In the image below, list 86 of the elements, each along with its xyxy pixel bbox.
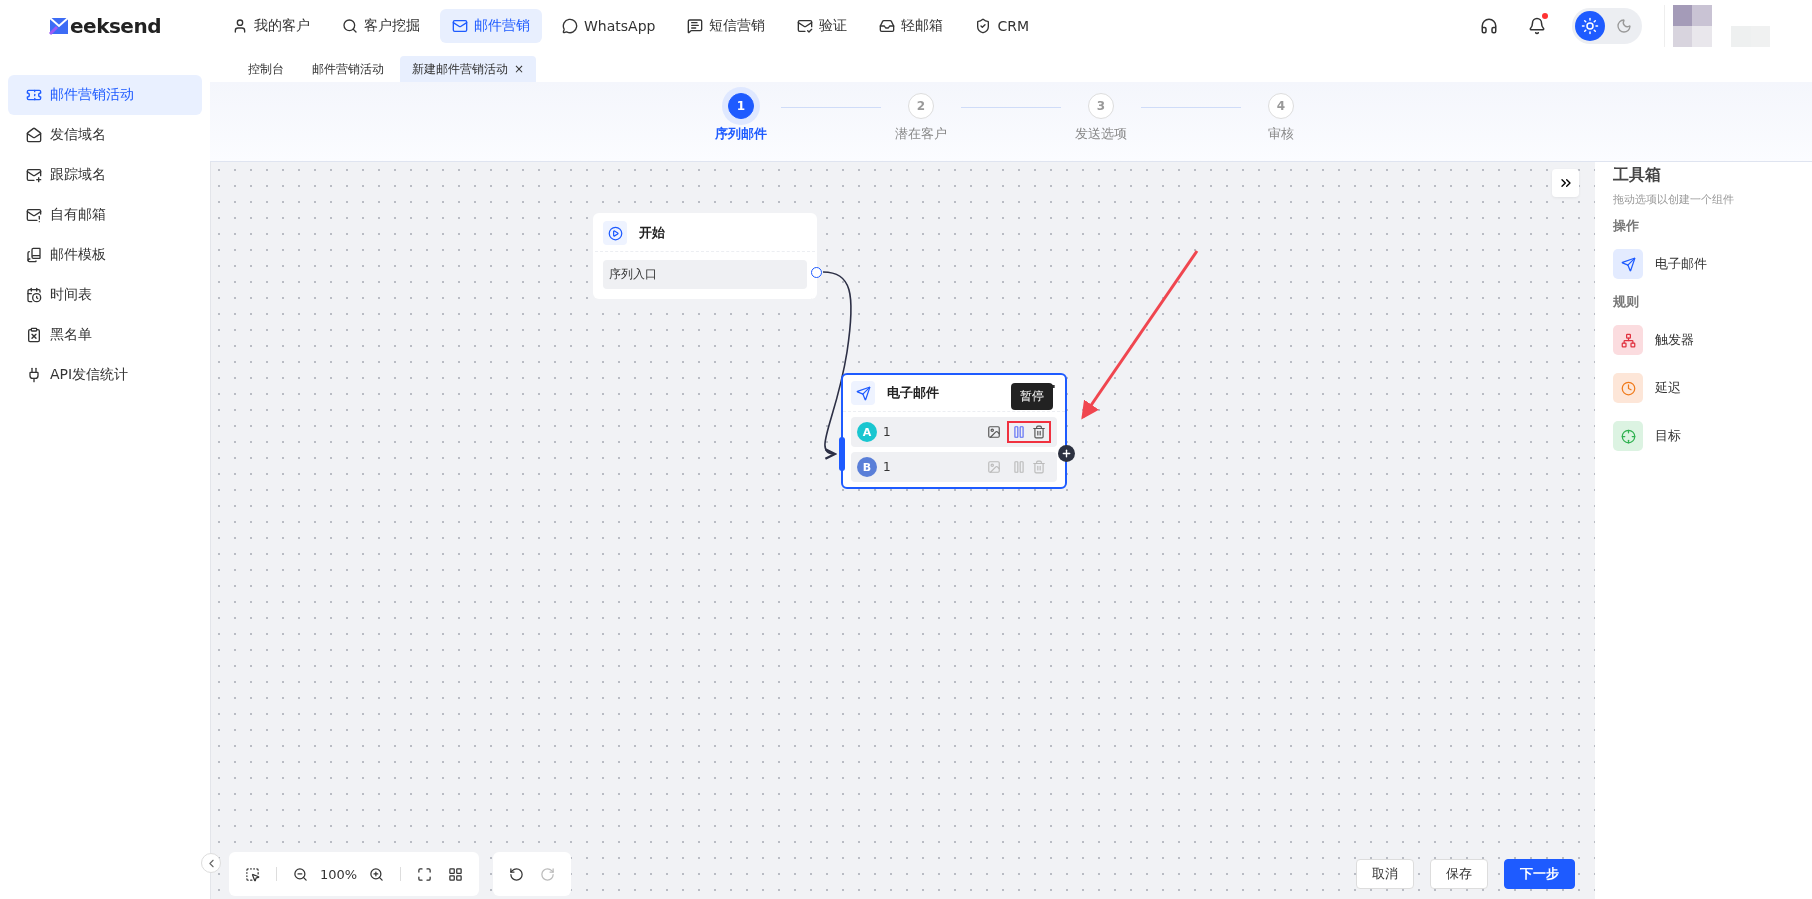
sidebar-item[interactable]: API发信统计 xyxy=(8,355,202,395)
toolbox-title: 工具箱 xyxy=(1613,165,1662,186)
section-title: 规则 xyxy=(1613,293,1640,311)
step-label: 序列邮件 xyxy=(715,125,767,143)
footer-button[interactable]: 取消 xyxy=(1356,859,1414,889)
node-title: 电子邮件 xyxy=(887,384,939,402)
sidebar-item[interactable]: 自有邮箱 xyxy=(8,195,202,235)
toolbox-item[interactable]: 延迟 xyxy=(1655,379,1681,397)
menu-icon xyxy=(26,87,42,103)
sidebar-item[interactable]: 邮件模板 xyxy=(8,235,202,275)
step-number: 4 xyxy=(1268,93,1294,119)
send-icon[interactable] xyxy=(1613,249,1643,279)
sidebar-item[interactable]: 跟踪域名 xyxy=(8,155,202,195)
footer-button[interactable]: 保存 xyxy=(1430,859,1488,889)
clock-icon[interactable] xyxy=(1613,373,1643,403)
close-icon[interactable]: × xyxy=(514,62,525,76)
nav-icon xyxy=(452,18,468,34)
nav-item[interactable]: 客户挖掘 xyxy=(330,9,432,43)
zoom-level: 100% xyxy=(319,866,359,882)
nav-item[interactable]: 轻邮箱 xyxy=(867,9,956,43)
section-title: 操作 xyxy=(1613,217,1640,235)
footer-button[interactable]: 下一步 xyxy=(1504,859,1575,889)
step-label: 审核 xyxy=(1268,125,1294,143)
sidebar-item[interactable]: 发信域名 xyxy=(8,115,202,155)
plus-icon xyxy=(1061,448,1072,459)
page-tab[interactable]: 邮件营销活动 xyxy=(300,56,396,82)
nav-icon xyxy=(687,18,704,34)
page-tab[interactable]: 新建邮件营销活动 × xyxy=(400,56,537,82)
menu-icon xyxy=(26,247,42,263)
sidebar-item[interactable]: 邮件营销活动 xyxy=(8,75,202,115)
menu-icon xyxy=(26,207,42,223)
network-icon[interactable] xyxy=(1613,325,1643,355)
step-label: 潜在客户 xyxy=(895,125,947,143)
add-button[interactable] xyxy=(1058,445,1075,462)
step-label: 发送选项 xyxy=(1075,125,1127,143)
logo-text: eeksend xyxy=(70,14,161,38)
entry-item: 序列入口 xyxy=(603,260,807,289)
toolbox-item[interactable]: 电子邮件 xyxy=(1655,255,1707,273)
play-icon xyxy=(603,221,627,245)
variant-value: 1 xyxy=(883,425,892,439)
variant-value: 1 xyxy=(883,460,892,474)
menu-icon xyxy=(26,287,42,303)
sidebar-item[interactable]: 黑名单 xyxy=(8,315,202,355)
sidebar-item[interactable]: 时间表 xyxy=(8,275,202,315)
email-node[interactable]: 电子邮件 A 1 B 1 暂停 xyxy=(841,373,1067,489)
menu-icon xyxy=(26,327,42,343)
nav-item[interactable]: 短信营销 xyxy=(675,9,778,43)
nav-icon xyxy=(797,18,814,34)
sun-icon[interactable] xyxy=(1575,11,1605,41)
step-number: 2 xyxy=(908,93,934,119)
toolbox-subtitle: 拖动选项以创建一个组件 xyxy=(1613,192,1735,207)
target-icon[interactable] xyxy=(1613,421,1643,451)
nav-item[interactable]: 邮件营销 xyxy=(440,9,542,43)
start-node[interactable]: 开始 序列入口 xyxy=(593,213,817,299)
nav-icon xyxy=(562,18,578,34)
tooltip: 暂停 xyxy=(1011,383,1053,410)
trash-icon[interactable] xyxy=(1032,425,1046,439)
expand-button[interactable] xyxy=(1552,169,1579,197)
node-title: 开始 xyxy=(639,224,665,242)
theme-toggle[interactable] xyxy=(1572,8,1642,44)
logo-icon xyxy=(48,16,70,36)
menu-icon xyxy=(26,367,42,383)
output-port[interactable] xyxy=(811,267,822,278)
image-icon[interactable] xyxy=(987,425,1001,439)
nav-icon xyxy=(232,18,248,34)
variant-row[interactable]: A 1 xyxy=(851,417,1057,447)
input-handle[interactable] xyxy=(839,437,845,471)
variant-letter: A xyxy=(857,422,877,442)
menu-icon xyxy=(26,127,42,143)
nav-icon xyxy=(342,18,358,34)
toolbox-item[interactable]: 目标 xyxy=(1655,427,1681,445)
menu-icon xyxy=(26,167,42,183)
nav-item[interactable]: CRM xyxy=(963,9,1042,43)
pause-icon[interactable] xyxy=(1012,425,1026,439)
nav-item[interactable]: 我的客户 xyxy=(220,9,322,43)
avatar-icon[interactable] xyxy=(1664,5,1770,47)
collapse-button[interactable] xyxy=(201,853,221,873)
nav-item[interactable]: 验证 xyxy=(785,9,860,43)
send-icon xyxy=(851,381,875,405)
toolbox-item[interactable]: 触发器 xyxy=(1655,331,1694,349)
step-number: 3 xyxy=(1088,93,1114,119)
nav-icon xyxy=(879,18,896,34)
variant-letter: B xyxy=(857,457,877,477)
nav-item[interactable]: WhatsApp xyxy=(550,9,668,43)
page-tab[interactable]: 控制台 xyxy=(236,56,296,82)
nav-icon xyxy=(975,18,992,34)
